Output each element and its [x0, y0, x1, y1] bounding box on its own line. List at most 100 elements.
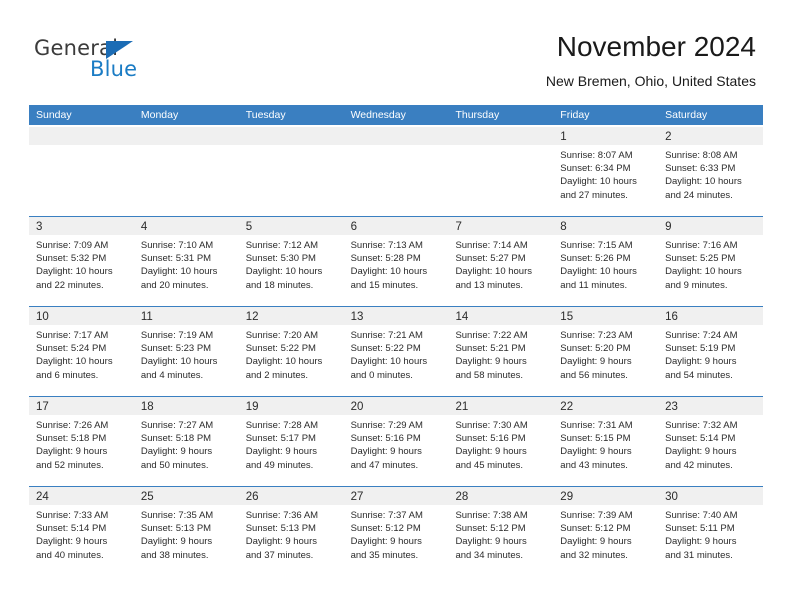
day-number-band: 8	[553, 217, 659, 235]
day-details: Sunrise: 7:21 AM Sunset: 5:22 PM Daylight:…	[344, 325, 449, 382]
day-cell[interactable]: 8 Sunrise: 7:15 AM Sunset: 5:26 PM Daylight…	[553, 217, 659, 306]
day-cell[interactable]: 6 Sunrise: 7:13 AM Sunset: 5:28 PM Daylight…	[343, 217, 449, 306]
day-number: 12	[245, 311, 259, 323]
day-cell[interactable]: 17 Sunrise: 7:26 AM Sunset: 5:18 PM Dayligh…	[29, 397, 134, 486]
sunrise-text: Sunrise: 7:31 AM	[560, 420, 633, 431]
week-row: 10 Sunrise: 7:17 AM Sunset: 5:24 PM Dayligh…	[29, 306, 764, 396]
day-number-band	[343, 127, 449, 145]
sunset-text: Sunset: 5:25 PM	[665, 253, 736, 265]
daylight-text-line2: and 4 minutes.	[140, 369, 204, 381]
day-number-band: 12	[238, 307, 344, 325]
day-cell[interactable]: 12 Sunrise: 7:20 AM Sunset: 5:22 PM Dayligh…	[238, 307, 344, 396]
sunrise-text: Sunrise: 7:15 AM	[560, 240, 633, 251]
day-cell[interactable]: 2 Sunrise: 8:08 AM Sunset: 6:33 PM Daylight…	[658, 127, 764, 216]
day-number-band: 17	[29, 397, 134, 415]
day-cell[interactable]: 7 Sunrise: 7:14 AM Sunset: 5:27 PM Daylight…	[448, 217, 554, 306]
day-number: 3	[36, 221, 43, 233]
sunset-text: Sunset: 5:17 PM	[245, 433, 316, 445]
sunset-text: Sunset: 5:27 PM	[455, 253, 526, 265]
day-number: 10	[36, 311, 49, 323]
daylight-text-line2: and 6 minutes.	[36, 369, 99, 381]
day-cell[interactable]: 5 Sunrise: 7:12 AM Sunset: 5:30 PM Daylight…	[238, 217, 344, 306]
day-cell[interactable]: 9 Sunrise: 7:16 AM Sunset: 5:25 PM Daylight…	[658, 217, 764, 306]
day-number: 22	[560, 401, 574, 413]
day-cell[interactable]: 15 Sunrise: 7:23 AM Sunset: 5:20 PM Dayligh…	[553, 307, 659, 396]
day-number-band	[133, 127, 239, 145]
day-cell[interactable]: 21 Sunrise: 7:30 AM Sunset: 5:16 PM Dayligh…	[448, 397, 554, 486]
daylight-text-line1: Daylight: 10 hours	[350, 266, 428, 278]
day-cell[interactable]: 20 Sunrise: 7:29 AM Sunset: 5:16 PM Dayligh…	[343, 397, 449, 486]
calendar-page: General Blue November 2024 New Bremen, O…	[0, 0, 792, 612]
sunrise-text: Sunrise: 7:36 AM	[245, 510, 319, 521]
sunrise-text: Sunrise: 7:17 AM	[36, 330, 109, 341]
day-cell[interactable]: 28 Sunrise: 7:38 AM Sunset: 5:12 PM Dayligh…	[448, 487, 554, 576]
weekday-sunday: Sunday	[36, 109, 72, 121]
sunrise-text: Sunrise: 7:28 AM	[245, 420, 319, 431]
day-cell[interactable]: 26 Sunrise: 7:36 AM Sunset: 5:13 PM Dayligh…	[238, 487, 344, 576]
daylight-text-line2: and 56 minutes.	[560, 369, 628, 381]
daylight-text-line1: Daylight: 10 hours	[560, 266, 637, 278]
sunset-text: Sunset: 5:13 PM	[245, 523, 316, 535]
daylight-text-line1: Daylight: 9 hours	[665, 446, 737, 458]
sunrise-text: Sunrise: 7:32 AM	[665, 420, 738, 431]
day-number-band: 26	[238, 487, 344, 505]
day-cell[interactable]: 3 Sunrise: 7:09 AM Sunset: 5:32 PM Daylight…	[29, 217, 134, 306]
day-cell[interactable]: 1 Sunrise: 8:07 AM Sunset: 6:34 PM Daylight…	[553, 127, 659, 216]
sunrise-text: Sunrise: 7:24 AM	[665, 330, 738, 341]
day-cell[interactable]: 23 Sunrise: 7:32 AM Sunset: 5:14 PM Dayligh…	[658, 397, 764, 486]
weekday-header-row: Sunday Monday Tuesday Wednesday Thursday…	[29, 105, 763, 125]
day-cell[interactable]: 30 Sunrise: 7:40 AM Sunset: 5:11 PM Dayligh…	[658, 487, 764, 576]
day-cell[interactable]: 11 Sunrise: 7:19 AM Sunset: 5:23 PM Dayligh…	[133, 307, 239, 396]
sunset-text: Sunset: 6:34 PM	[560, 163, 631, 175]
sunrise-text: Sunrise: 7:12 AM	[245, 240, 319, 251]
day-cell[interactable]: 27 Sunrise: 7:37 AM Sunset: 5:12 PM Dayligh…	[343, 487, 449, 576]
daylight-text-line1: Daylight: 10 hours	[560, 176, 637, 188]
day-details: Sunrise: 7:10 AM Sunset: 5:31 PM Daylight:…	[134, 235, 239, 292]
day-cell[interactable]: 10 Sunrise: 7:17 AM Sunset: 5:24 PM Dayligh…	[29, 307, 134, 396]
day-details: Sunrise: 7:29 AM Sunset: 5:16 PM Daylight:…	[344, 415, 449, 472]
day-cell[interactable]: 22 Sunrise: 7:31 AM Sunset: 5:15 PM Dayligh…	[553, 397, 659, 486]
day-details: Sunrise: 7:38 AM Sunset: 5:12 PM Daylight:…	[448, 505, 553, 562]
day-details: Sunrise: 7:12 AM Sunset: 5:30 PM Daylight:…	[239, 235, 344, 292]
day-cell[interactable]: 25 Sunrise: 7:35 AM Sunset: 5:13 PM Dayligh…	[133, 487, 239, 576]
weeks-container: 1 Sunrise: 8:07 AM Sunset: 6:34 PM Daylight…	[29, 127, 764, 576]
day-number-band: 14	[448, 307, 554, 325]
sunset-text: Sunset: 5:16 PM	[455, 433, 526, 445]
day-cell[interactable]: 19 Sunrise: 7:28 AM Sunset: 5:17 PM Dayligh…	[238, 397, 344, 486]
day-number: 13	[350, 311, 364, 323]
day-cell[interactable]: 24 Sunrise: 7:33 AM Sunset: 5:14 PM Dayligh…	[29, 487, 134, 576]
day-number-band: 13	[343, 307, 449, 325]
day-number: 24	[36, 491, 49, 503]
sunrise-text: Sunrise: 7:09 AM	[36, 240, 109, 251]
daylight-text-line1: Daylight: 9 hours	[140, 536, 213, 548]
generalblue-logo[interactable]: General Blue	[34, 36, 254, 88]
day-number-band: 27	[343, 487, 449, 505]
sunrise-text: Sunrise: 7:23 AM	[560, 330, 633, 341]
day-cell[interactable]: 4 Sunrise: 7:10 AM Sunset: 5:31 PM Daylight…	[133, 217, 239, 306]
sunset-text: Sunset: 5:14 PM	[36, 523, 107, 535]
sunrise-text: Sunrise: 7:40 AM	[665, 510, 738, 521]
sunset-text: Sunset: 5:23 PM	[140, 343, 212, 355]
logo-text-blue: Blue	[90, 57, 138, 81]
sunrise-text: Sunrise: 7:10 AM	[140, 240, 214, 251]
day-details: Sunrise: 7:40 AM Sunset: 5:11 PM Daylight:…	[658, 505, 763, 562]
sunset-text: Sunset: 5:14 PM	[665, 433, 736, 445]
day-number-band: 5	[238, 217, 344, 235]
daylight-text-line2: and 52 minutes.	[36, 459, 104, 471]
day-number-band: 25	[133, 487, 239, 505]
daylight-text-line1: Daylight: 10 hours	[140, 356, 218, 368]
day-cell[interactable]: 18 Sunrise: 7:27 AM Sunset: 5:18 PM Dayligh…	[133, 397, 239, 486]
day-cell[interactable]: 14 Sunrise: 7:22 AM Sunset: 5:21 PM Dayligh…	[448, 307, 554, 396]
daylight-text-line2: and 50 minutes.	[140, 459, 209, 471]
day-cell[interactable]: 29 Sunrise: 7:39 AM Sunset: 5:12 PM Dayligh…	[553, 487, 659, 576]
sunset-text: Sunset: 5:26 PM	[560, 253, 631, 265]
sunset-text: Sunset: 5:28 PM	[350, 253, 421, 265]
day-cell[interactable]: 13 Sunrise: 7:21 AM Sunset: 5:22 PM Dayligh…	[343, 307, 449, 396]
day-cell-empty	[343, 127, 449, 216]
sunset-text: Sunset: 5:18 PM	[140, 433, 212, 445]
page-header: General Blue November 2024 New Bremen, O…	[0, 0, 792, 104]
sunrise-text: Sunrise: 7:33 AM	[36, 510, 109, 521]
daylight-text-line1: Daylight: 10 hours	[245, 266, 323, 278]
day-cell[interactable]: 16 Sunrise: 7:24 AM Sunset: 5:19 PM Dayligh…	[658, 307, 764, 396]
sunset-text: Sunset: 5:16 PM	[350, 433, 421, 445]
